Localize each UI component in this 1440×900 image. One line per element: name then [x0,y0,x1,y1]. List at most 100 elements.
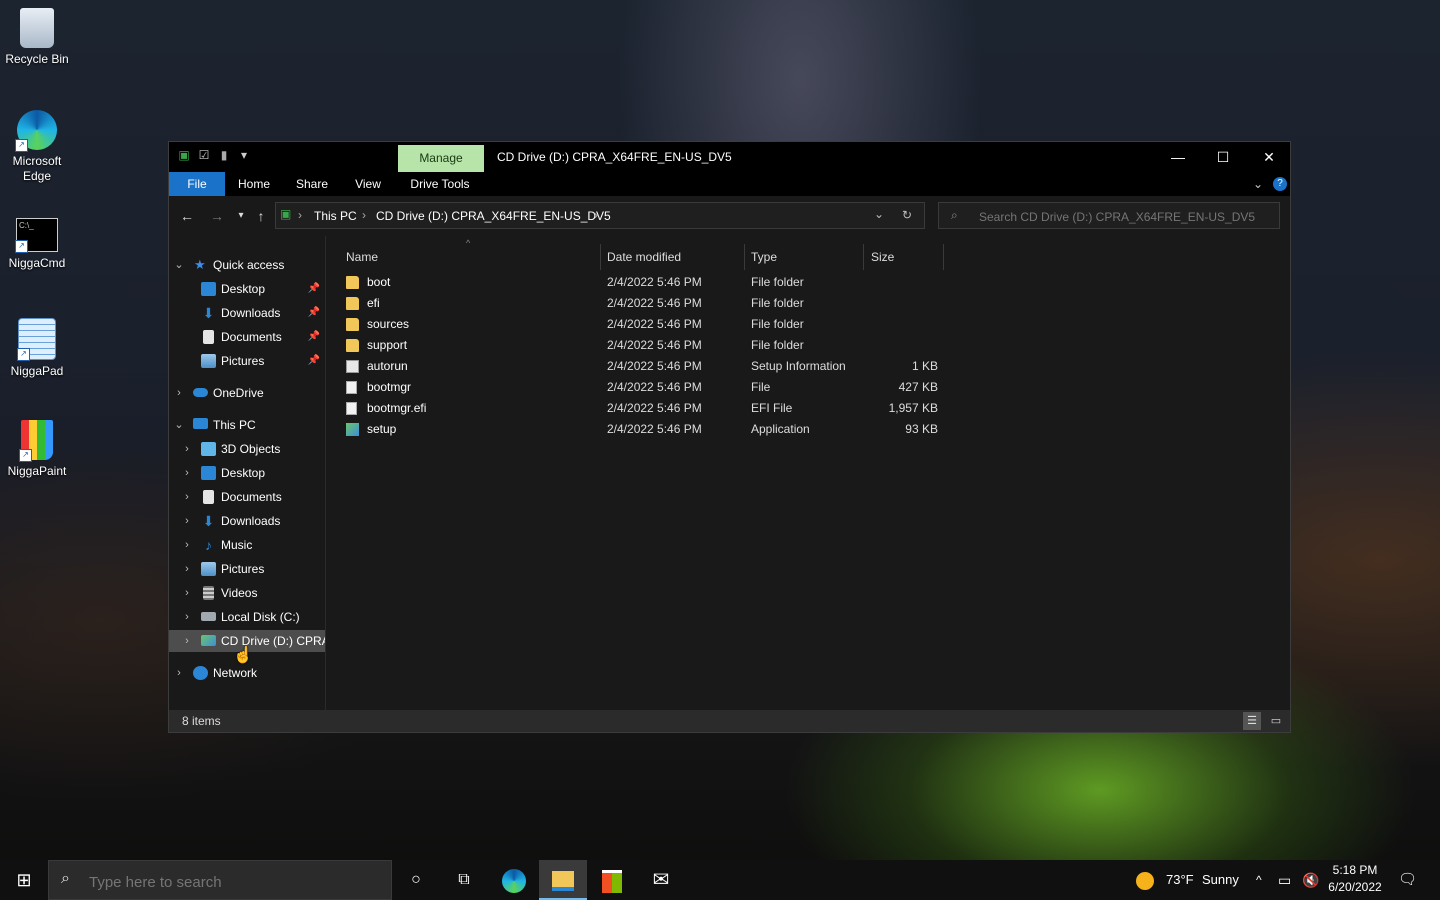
nav-desktop[interactable]: › Desktop [169,462,325,484]
refresh-icon[interactable]: ↻ [902,208,912,222]
breadcrumb-separator[interactable]: › [298,208,302,222]
nav-onedrive[interactable]: › OneDrive [169,382,325,404]
taskbar-search[interactable]: ⌕ [48,860,392,900]
desktop-icon-niggapad[interactable]: ↗ NiggaPad [0,318,74,379]
table-row[interactable]: boot 2/4/2022 5:46 PM File folder [340,272,940,293]
chevron-right-icon[interactable]: › [181,558,193,580]
search-input[interactable] [977,207,1271,226]
table-row[interactable]: autorun 2/4/2022 5:46 PM Setup Information… [340,356,940,377]
back-button[interactable]: ← [177,206,197,226]
column-divider[interactable] [600,244,601,270]
tab-file[interactable]: File [169,172,225,196]
column-header-date[interactable]: Date modified [607,244,681,270]
taskbar-search-input[interactable] [87,872,381,892]
cortana-icon[interactable]: ○ [392,860,440,900]
tab-share[interactable]: Share [291,172,333,196]
breadcrumb-separator[interactable]: › [594,208,598,222]
nav-quick-downloads[interactable]: ⬇ Downloads 📌 [169,302,325,324]
new-folder-icon[interactable]: ▮ [217,148,231,162]
nav-pictures[interactable]: › Pictures [169,558,325,580]
desktop-icon-recycle-bin[interactable]: Recycle Bin [0,8,74,67]
tab-manage[interactable]: Manage [398,145,484,172]
nav-quick-documents[interactable]: Documents 📌 [169,326,325,348]
table-row[interactable]: bootmgr.efi 2/4/2022 5:46 PM EFI File 1,957… [340,398,940,419]
table-row[interactable]: efi 2/4/2022 5:46 PM File folder [340,293,940,314]
nav-quick-pictures[interactable]: Pictures 📌 [169,350,325,372]
volume-muted-icon[interactable]: 🔇 [1302,860,1319,900]
forward-button[interactable]: → [207,206,227,226]
chevron-right-icon[interactable]: › [173,662,185,684]
up-button[interactable]: ↑ [251,206,271,226]
address-bar[interactable]: ▣ › This PC › CD Drive (D:) CPRA_X64FRE_… [275,202,925,229]
details-view-icon[interactable]: ☰ [1243,712,1261,730]
chevron-right-icon[interactable]: › [173,382,185,404]
properties-icon[interactable]: ☑ [197,148,211,162]
maximize-button[interactable]: ☐ [1200,142,1246,172]
chevron-right-icon[interactable]: › [181,438,193,460]
chevron-down-icon[interactable]: ⌄ [173,254,185,276]
chevron-right-icon[interactable]: › [181,606,193,628]
chevron-right-icon[interactable]: › [181,582,193,604]
nav-this-pc[interactable]: ⌄ This PC [169,414,325,436]
file-explorer-taskbar-icon[interactable] [539,860,587,900]
notifications-icon[interactable]: 🗨 [1398,860,1418,900]
pin-icon[interactable]: 📌 [308,278,320,300]
table-row[interactable]: setup 2/4/2022 5:46 PM Application 93 KB [340,419,940,440]
close-button[interactable]: ✕ [1246,142,1292,172]
nav-documents[interactable]: › Documents [169,486,325,508]
column-header-name[interactable]: Name [346,244,378,270]
breadcrumb-cd-drive[interactable]: CD Drive (D:) CPRA_X64FRE_EN-US_DV5 [376,209,611,223]
expand-ribbon-icon[interactable]: ⌄ [1249,172,1267,196]
chevron-down-icon[interactable]: ▾ [237,148,251,162]
nav-local-disk-c[interactable]: › Local Disk (C:) [169,606,325,628]
tab-home[interactable]: Home [231,172,277,196]
help-icon[interactable]: ? [1273,177,1287,191]
column-divider[interactable] [863,244,864,270]
chevron-right-icon[interactable]: › [181,462,193,484]
nav-downloads[interactable]: › ⬇ Downloads [169,510,325,532]
edge-taskbar-icon[interactable] [490,860,538,900]
table-row[interactable]: sources 2/4/2022 5:46 PM File folder [340,314,940,335]
weather-temp[interactable]: 73°F [1166,860,1194,900]
network-tray-icon[interactable]: ▭ [1278,860,1291,900]
tab-view[interactable]: View [349,172,387,196]
column-divider[interactable] [744,244,745,270]
desktop-icon-edge[interactable]: ↗ Microsoft Edge [0,110,74,184]
sun-icon[interactable] [1136,860,1156,900]
pin-icon[interactable]: 📌 [308,326,320,348]
chevron-down-icon[interactable]: ⌄ [874,207,884,221]
tab-drive-tools[interactable]: Drive Tools [405,172,475,196]
nav-videos[interactable]: › Videos [169,582,325,604]
chevron-right-icon[interactable]: › [181,486,193,508]
nav-network[interactable]: › Network [169,662,325,684]
large-icons-view-icon[interactable]: ▭ [1267,712,1285,730]
pin-icon[interactable]: 📌 [308,302,320,324]
column-header-type[interactable]: Type [751,244,777,270]
column-divider[interactable] [943,244,944,270]
breadcrumb-this-pc[interactable]: This PC [314,209,357,223]
chevron-right-icon[interactable]: › [181,630,193,652]
nav-quick-access[interactable]: ⌄ ★ Quick access [169,254,325,276]
recent-locations-button[interactable]: ▾ [231,206,251,226]
nav-quick-desktop[interactable]: Desktop 📌 [169,278,325,300]
search-box[interactable]: ⌕ [938,202,1280,229]
mail-icon[interactable]: ✉ [637,860,685,900]
start-button[interactable]: ⊞ [0,860,48,900]
clock[interactable]: 5:18 PM 6/20/2022 [1322,862,1388,896]
task-view-icon[interactable]: ⧉ [440,860,488,900]
show-hidden-icons-icon[interactable]: ^ [1256,860,1262,900]
chevron-right-icon[interactable]: › [181,534,193,556]
pin-icon[interactable]: 📌 [308,350,320,372]
nav-music[interactable]: › ♪ Music [169,534,325,556]
store-icon[interactable] [588,860,636,900]
table-row[interactable]: bootmgr 2/4/2022 5:46 PM File 427 KB [340,377,940,398]
table-row[interactable]: support 2/4/2022 5:46 PM File folder [340,335,940,356]
weather-text[interactable]: Sunny [1202,860,1239,900]
nav-3d-objects[interactable]: › 3D Objects [169,438,325,460]
desktop-icon-niggapaint[interactable]: ↗ NiggaPaint [0,420,74,479]
chevron-right-icon[interactable]: › [181,510,193,532]
chevron-down-icon[interactable]: ⌄ [173,414,185,436]
column-header-size[interactable]: Size [871,244,894,270]
breadcrumb-separator[interactable]: › [362,208,366,222]
minimize-button[interactable]: — [1155,142,1201,172]
